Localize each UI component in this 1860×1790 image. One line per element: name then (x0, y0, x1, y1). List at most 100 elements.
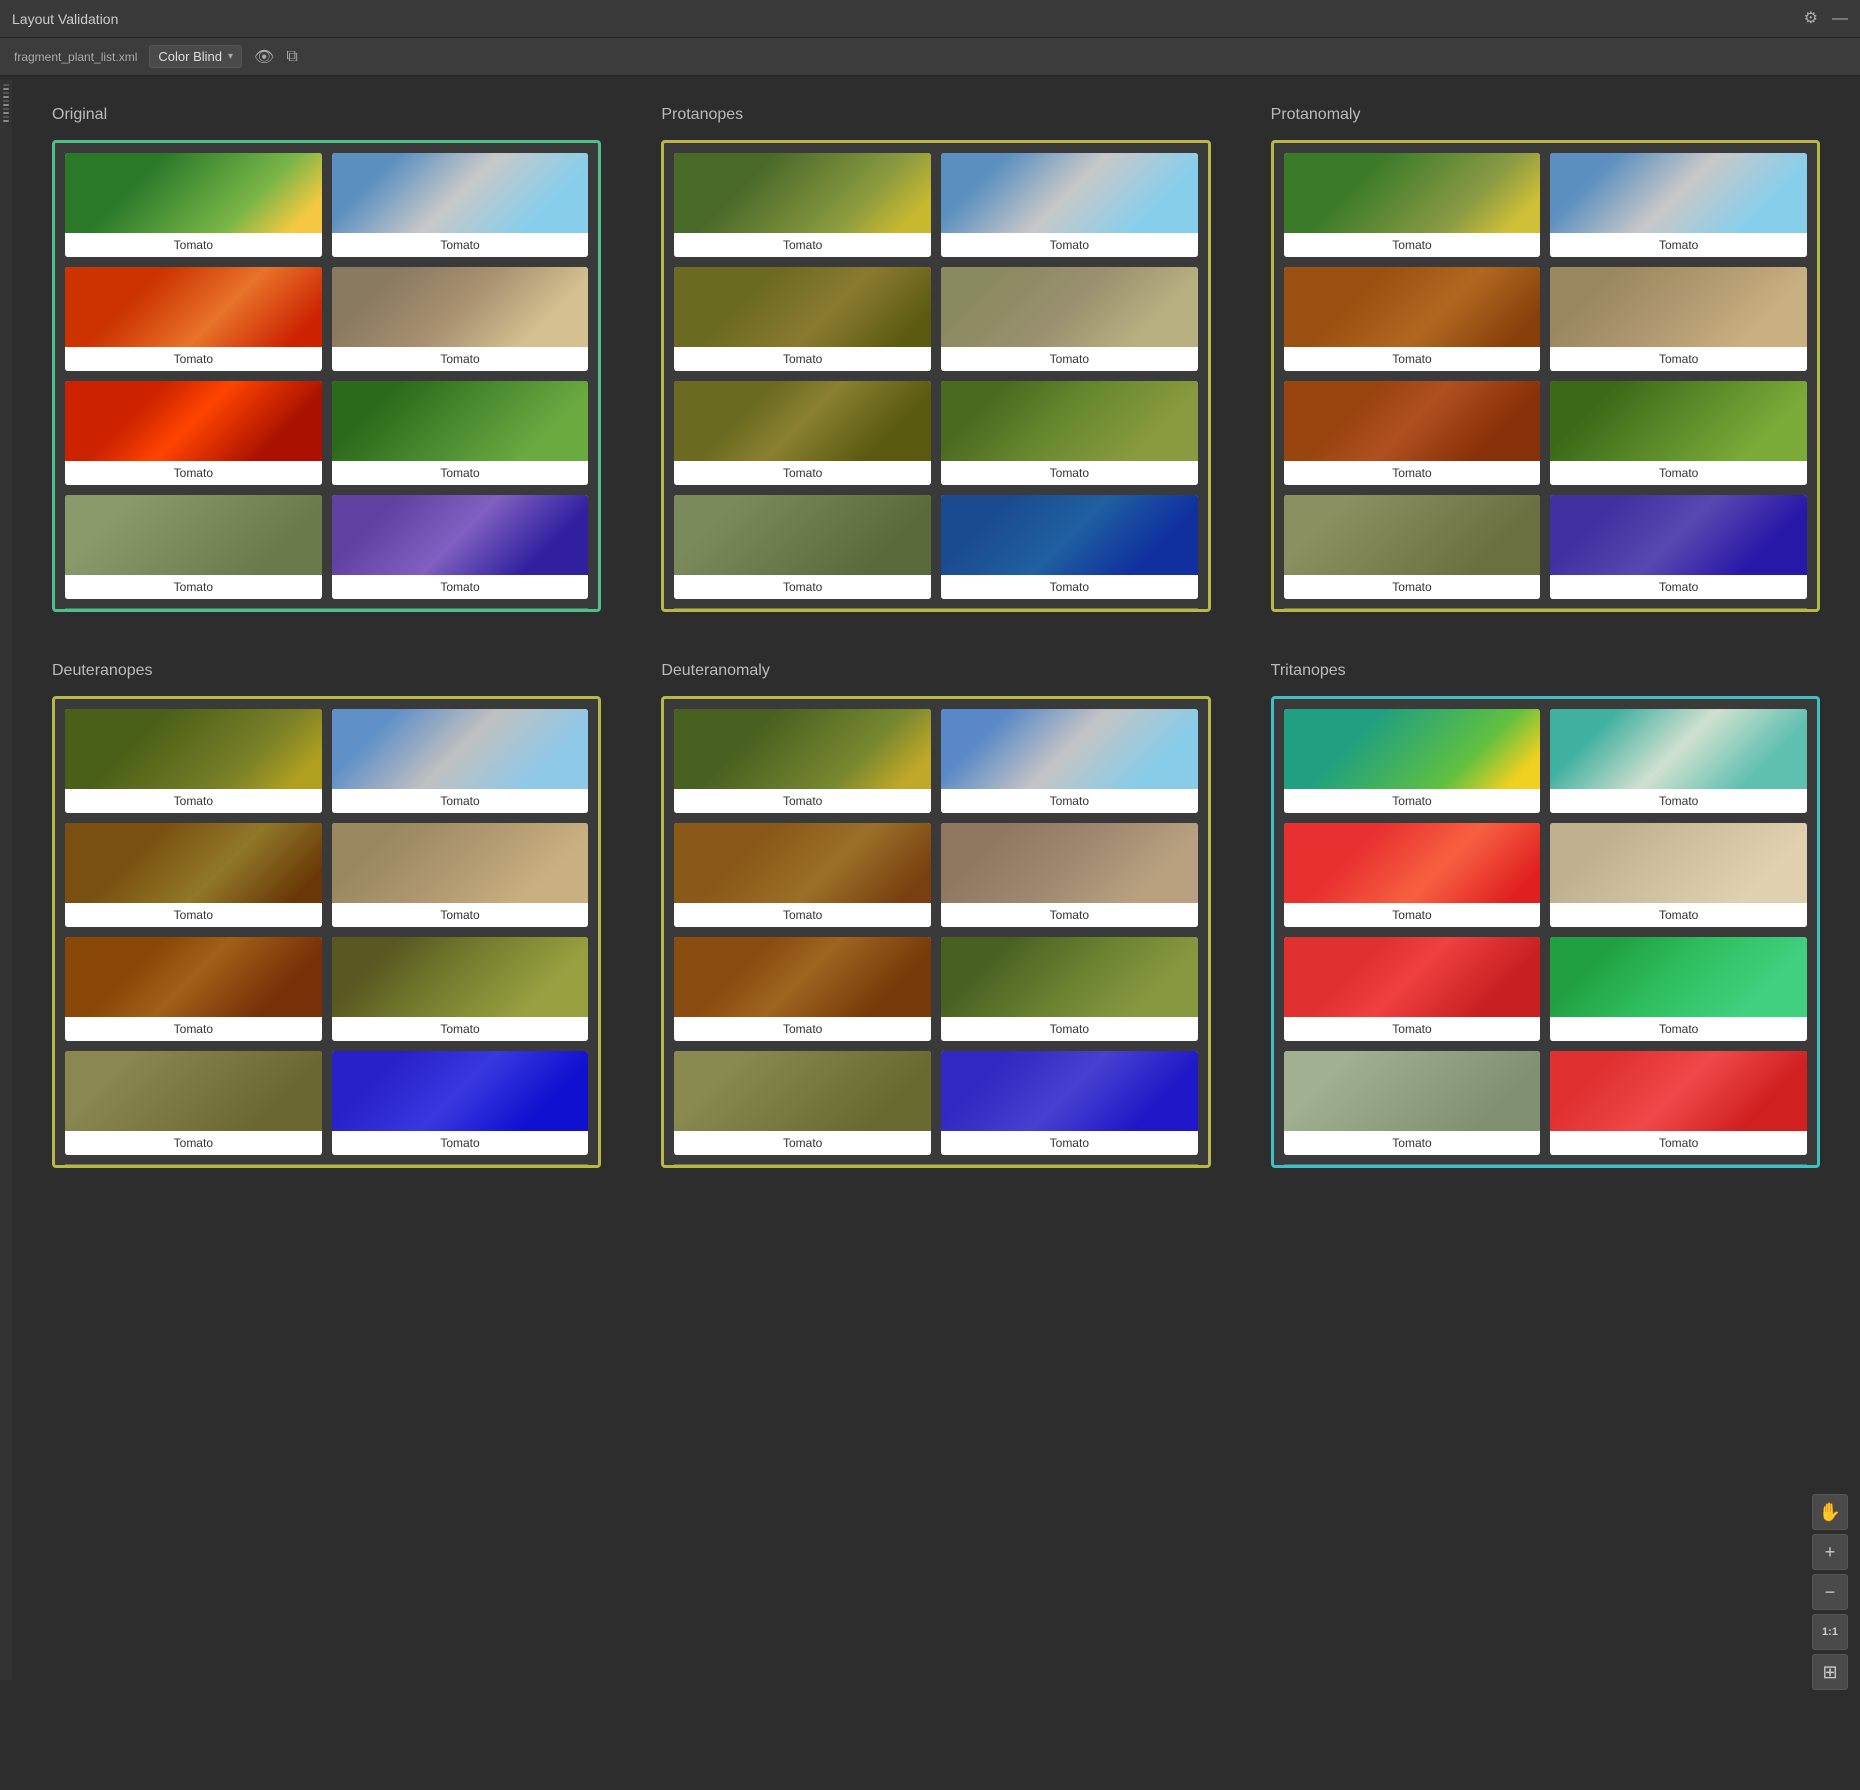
thumb-city-tritan (1550, 709, 1807, 789)
image-card: Tomato (332, 823, 589, 927)
image-label: Tomato (1550, 233, 1807, 257)
image-card: Tomato (65, 267, 322, 371)
thumb-butterfly-deutan (65, 709, 322, 789)
zoom-out-button[interactable]: − (1812, 1574, 1848, 1610)
image-card: Tomato (65, 1051, 322, 1155)
image-label: Tomato (65, 1017, 322, 1041)
image-label: Tomato (941, 233, 1198, 257)
image-label: Tomato (674, 233, 931, 257)
thumb-purple-deutanom (941, 1051, 1198, 1131)
chevron-down-icon: ▾ (228, 51, 233, 62)
section-title-original: Original (52, 106, 601, 124)
image-card: Tomato (941, 709, 1198, 813)
image-label: Tomato (674, 1131, 931, 1155)
thumb-flower-protanom (1284, 381, 1541, 461)
image-card: Tomato (941, 381, 1198, 485)
image-label: Tomato (941, 903, 1198, 927)
thumb-flower-protan (674, 381, 931, 461)
thumb-leaves-protan (674, 267, 931, 347)
image-label: Tomato (674, 347, 931, 371)
zoom-in-button[interactable]: + (1812, 1534, 1848, 1570)
image-label: Tomato (332, 903, 589, 927)
thumb-city (332, 153, 589, 233)
thumb-purple-protan (941, 495, 1198, 575)
image-label: Tomato (1550, 461, 1807, 485)
eye-icon-button[interactable]: 👁 (254, 47, 274, 67)
thumb-flower-deutan (65, 937, 322, 1017)
thumb-leaves-deutanom (674, 823, 931, 903)
image-card: Tomato (941, 1051, 1198, 1155)
thumb-aerial-protan (941, 381, 1198, 461)
image-label: Tomato (674, 903, 931, 927)
image-card: Tomato (332, 381, 589, 485)
section-deuteranomaly: Deuteranomaly Tomato Tomato Tomato Tomat… (661, 662, 1210, 1168)
image-label: Tomato (1284, 789, 1541, 813)
thumb-purple-tritan (1550, 1051, 1807, 1131)
image-card: Tomato (1284, 1051, 1541, 1155)
image-card: Tomato (332, 709, 589, 813)
thumb-macro-tritan (1550, 823, 1807, 903)
minimize-button[interactable]: — (1832, 11, 1848, 27)
image-label: Tomato (65, 575, 322, 599)
image-card: Tomato (65, 937, 322, 1041)
image-label: Tomato (1284, 461, 1541, 485)
image-card: Tomato (674, 381, 931, 485)
image-label: Tomato (674, 575, 931, 599)
thumb-aerial-deutanom (941, 937, 1198, 1017)
sidebar-tick (3, 104, 9, 106)
section-title-deuteranomaly: Deuteranomaly (661, 662, 1210, 680)
image-card: Tomato (1284, 267, 1541, 371)
thumb-purple-protanom (1550, 495, 1807, 575)
image-label: Tomato (65, 347, 322, 371)
image-label: Tomato (332, 233, 589, 257)
image-label: Tomato (1550, 789, 1807, 813)
settings-button[interactable]: ⚙ (1804, 11, 1818, 27)
filename-label: fragment_plant_list.xml (14, 50, 137, 64)
fit-all-button[interactable]: ⊞ (1812, 1654, 1848, 1690)
thumb-flower-deutanom (674, 937, 931, 1017)
side-buttons: ✋ + − 1:1 ⊞ (1812, 1494, 1848, 1690)
color-blind-dropdown[interactable]: Color Blind ▾ (149, 45, 242, 68)
section-tritanopes: Tritanopes Tomato Tomato Tomato Tomato T… (1271, 662, 1820, 1168)
image-label: Tomato (332, 1017, 589, 1041)
section-protanomaly: Protanomaly Tomato Tomato Tomato Tomato … (1271, 106, 1820, 612)
thumb-macro-deutanom (941, 823, 1198, 903)
thumb-flower (65, 381, 322, 461)
copy-icon-button[interactable]: ⧉ (286, 48, 297, 66)
thumb-city-deutan (332, 709, 589, 789)
image-label: Tomato (65, 1131, 322, 1155)
thumb-grid-deutan (65, 1051, 322, 1131)
left-sidebar (0, 80, 12, 1680)
image-label: Tomato (1284, 347, 1541, 371)
image-label: Tomato (1284, 1131, 1541, 1155)
thumb-butterfly-protan (674, 153, 931, 233)
image-card: Tomato (674, 153, 931, 257)
sidebar-tick (3, 112, 9, 114)
image-label: Tomato (1284, 1017, 1541, 1041)
fit-button[interactable]: 1:1 (1812, 1614, 1848, 1650)
thumb-aerial-deutan (332, 937, 589, 1017)
sidebar-tick (3, 84, 9, 86)
title-bar-controls: ⚙ — (1804, 11, 1848, 27)
image-label: Tomato (332, 575, 589, 599)
image-card: Tomato (674, 1051, 931, 1155)
hand-tool-button[interactable]: ✋ (1812, 1494, 1848, 1530)
image-label: Tomato (941, 461, 1198, 485)
image-card: Tomato (332, 153, 589, 257)
title-bar: Layout Validation ⚙ — (0, 0, 1860, 38)
image-card: Tomato (65, 495, 322, 599)
app-title: Layout Validation (12, 11, 118, 27)
thumb-butterfly-protanom (1284, 153, 1541, 233)
thumb-grid-protan (674, 495, 931, 575)
thumb-purple (332, 495, 589, 575)
image-label: Tomato (1284, 233, 1541, 257)
thumb-flower-tritan (1284, 937, 1541, 1017)
image-label: Tomato (332, 789, 589, 813)
sidebar-tick (3, 100, 9, 102)
thumb-butterfly (65, 153, 322, 233)
thumb-leaves-tritan (1284, 823, 1541, 903)
image-label: Tomato (65, 461, 322, 485)
thumb-macro-protan (941, 267, 1198, 347)
image-card: Tomato (1550, 153, 1807, 257)
main-content: Original Tomato Tomato Tomato Tomato Tom… (12, 76, 1860, 1198)
